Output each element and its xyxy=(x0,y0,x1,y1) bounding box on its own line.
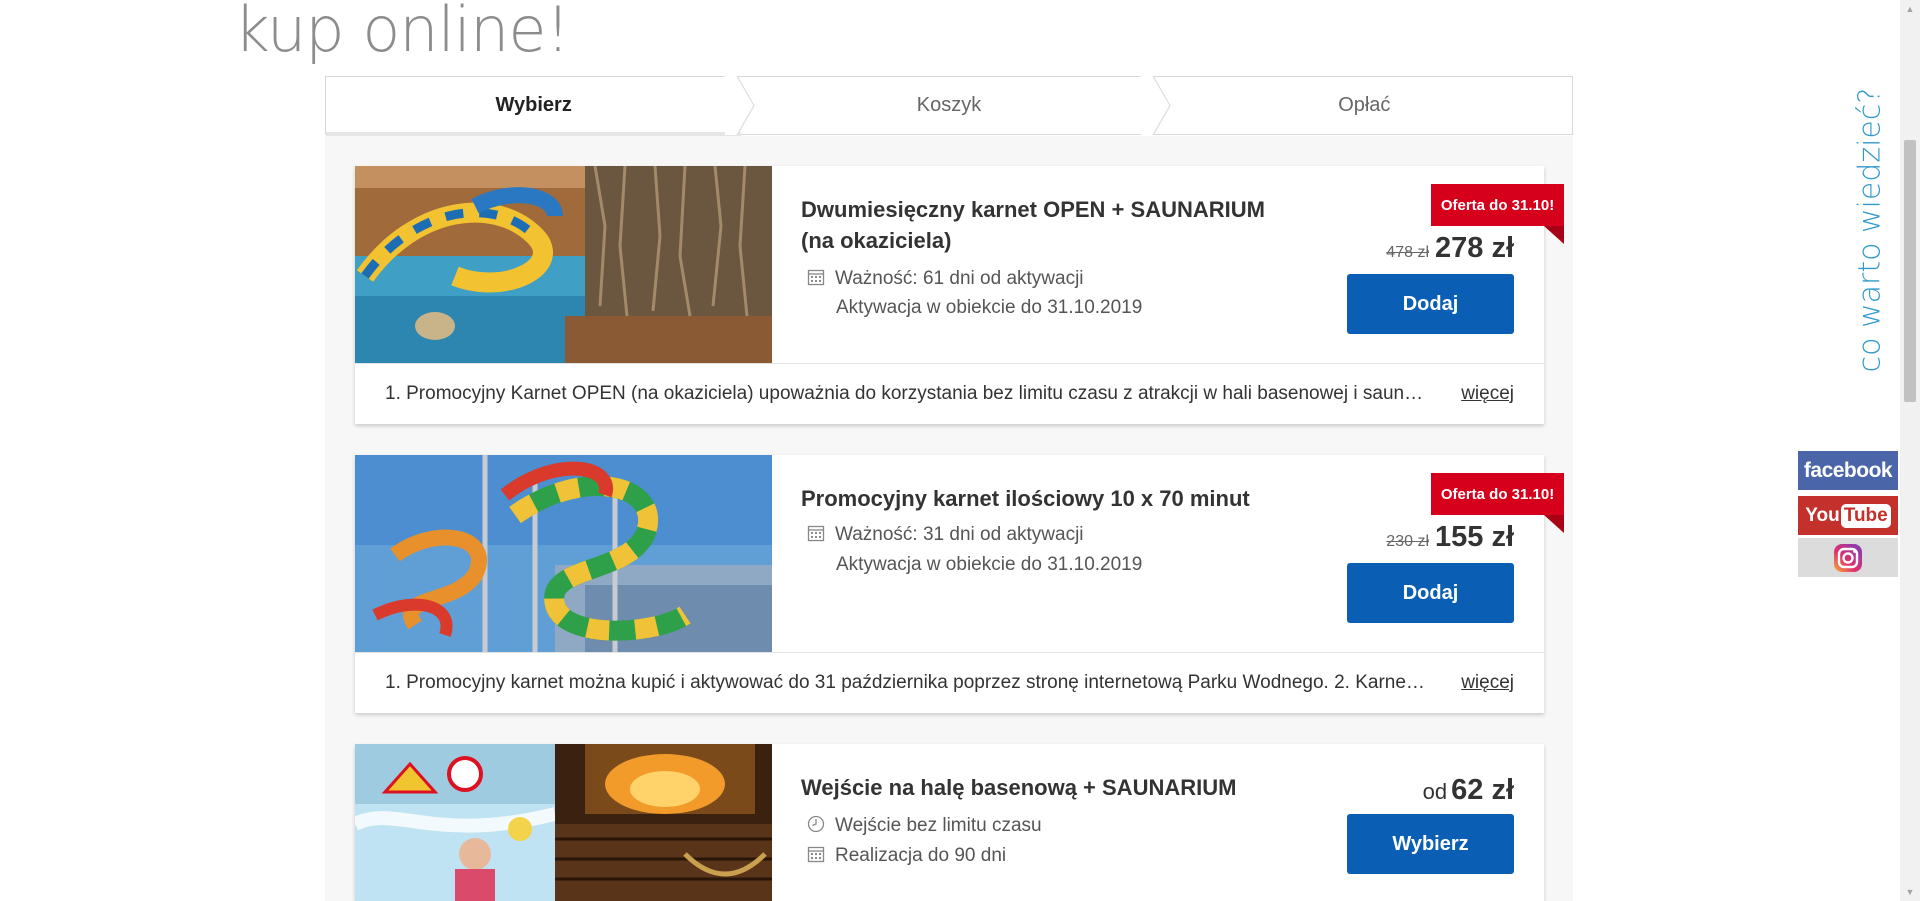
page-scrollbar[interactable]: ▲ ▼ xyxy=(1900,0,1920,901)
side-info-tab[interactable]: co warto wiedzieć? xyxy=(1840,88,1900,373)
product-validity: Ważność: 31 dni od aktywacji xyxy=(807,520,1084,550)
side-tagline: co warto wiedzieć? xyxy=(1852,87,1888,373)
price-block: 478 zł 278 zł xyxy=(1386,232,1514,265)
calendar-icon xyxy=(807,525,825,542)
product-image-pool-and-sauna[interactable] xyxy=(355,744,772,901)
activation-text: Aktywacja w obiekcie do 31.10.2019 xyxy=(836,297,1143,318)
add-to-cart-button[interactable]: Dodaj xyxy=(1347,274,1514,334)
scroll-up-arrow-icon[interactable]: ▲ xyxy=(1905,4,1915,14)
add-to-cart-button[interactable]: Dodaj xyxy=(1347,563,1514,623)
validity-text: Ważność: 31 dni od aktywacji xyxy=(835,524,1084,545)
product-card: Promocyjny karnet ilościowy 10 x 70 minu… xyxy=(355,455,1564,713)
product-card: Wejście na halę basenową + SAUNARIUM Wej… xyxy=(355,744,1544,901)
realization-text: Realizacja do 90 dni xyxy=(835,845,1007,866)
product-description: 1. Promocyjny Karnet OPEN (na okaziciela… xyxy=(385,383,1425,404)
ribbon-fold xyxy=(1544,515,1564,533)
step-oplac[interactable]: Opłać xyxy=(1157,77,1572,134)
product-title[interactable]: Promocyjny karnet ilościowy 10 x 70 minu… xyxy=(801,483,1301,514)
product-title[interactable]: Wejście na halę basenową + SAUNARIUM xyxy=(801,772,1301,803)
entry-text: Wejście bez limitu czasu xyxy=(835,815,1042,836)
step-label: Opłać xyxy=(1338,94,1391,116)
youtube-icon: You Tube xyxy=(1805,503,1891,528)
calendar-icon xyxy=(807,846,825,863)
product-image-outdoor-slides[interactable] xyxy=(355,455,772,652)
instagram-link[interactable] xyxy=(1798,538,1898,577)
scroll-thumb[interactable] xyxy=(1904,140,1916,402)
realization-period: Realizacja do 90 dni xyxy=(807,841,1006,871)
price-block: od 62 zł xyxy=(1423,774,1514,807)
more-link[interactable]: więcej xyxy=(1461,672,1514,694)
ribbon-fold xyxy=(1544,226,1564,244)
step-separator-icon xyxy=(725,76,756,135)
step-label: Wybierz xyxy=(495,94,572,116)
current-price: 62 zł xyxy=(1451,774,1514,806)
current-price: 155 zł xyxy=(1435,521,1514,553)
facebook-link[interactable]: facebook xyxy=(1798,451,1898,490)
step-separator-icon xyxy=(1140,76,1171,135)
product-validity: Ważność: 61 dni od aktywacji xyxy=(807,264,1084,294)
activation-text: Aktywacja w obiekcie do 31.10.2019 xyxy=(836,554,1143,575)
scroll-down-arrow-icon[interactable]: ▼ xyxy=(1905,887,1915,897)
old-price: 230 zł xyxy=(1386,533,1429,550)
entry-time: Wejście bez limitu czasu xyxy=(807,811,1042,841)
page-heading: kup online! xyxy=(234,0,570,66)
old-price: 478 zł xyxy=(1386,244,1429,261)
clock-icon xyxy=(807,815,825,833)
facebook-icon: facebook xyxy=(1803,458,1893,482)
price-block: 230 zł 155 zł xyxy=(1386,521,1514,554)
current-price: 278 zł xyxy=(1435,232,1514,264)
step-koszyk[interactable]: Koszyk xyxy=(741,76,1171,135)
product-image-aquapark-slides-hall[interactable] xyxy=(355,166,772,363)
step-label: Koszyk xyxy=(916,94,982,116)
checkout-steps: Wybierz Koszyk Opłać xyxy=(325,76,1573,136)
product-description: 1. Promocyjny karnet można kupić i aktyw… xyxy=(385,672,1425,693)
youtube-link[interactable]: You Tube xyxy=(1798,496,1898,535)
instagram-icon xyxy=(1834,543,1862,572)
step-wybierz[interactable]: Wybierz xyxy=(326,76,756,136)
select-button[interactable]: Wybierz xyxy=(1347,814,1514,874)
product-card: Dwumiesięczny karnet OPEN + SAUNARIUM (n… xyxy=(355,166,1564,424)
offer-ribbon: Oferta do 31.10! xyxy=(1431,184,1564,226)
product-title[interactable]: Dwumiesięczny karnet OPEN + SAUNARIUM (n… xyxy=(801,194,1301,256)
offer-ribbon: Oferta do 31.10! xyxy=(1431,473,1564,515)
calendar-icon xyxy=(807,269,825,286)
validity-text: Ważność: 61 dni od aktywacji xyxy=(835,268,1084,289)
more-link[interactable]: więcej xyxy=(1461,383,1514,405)
price-prefix: od xyxy=(1422,779,1448,804)
